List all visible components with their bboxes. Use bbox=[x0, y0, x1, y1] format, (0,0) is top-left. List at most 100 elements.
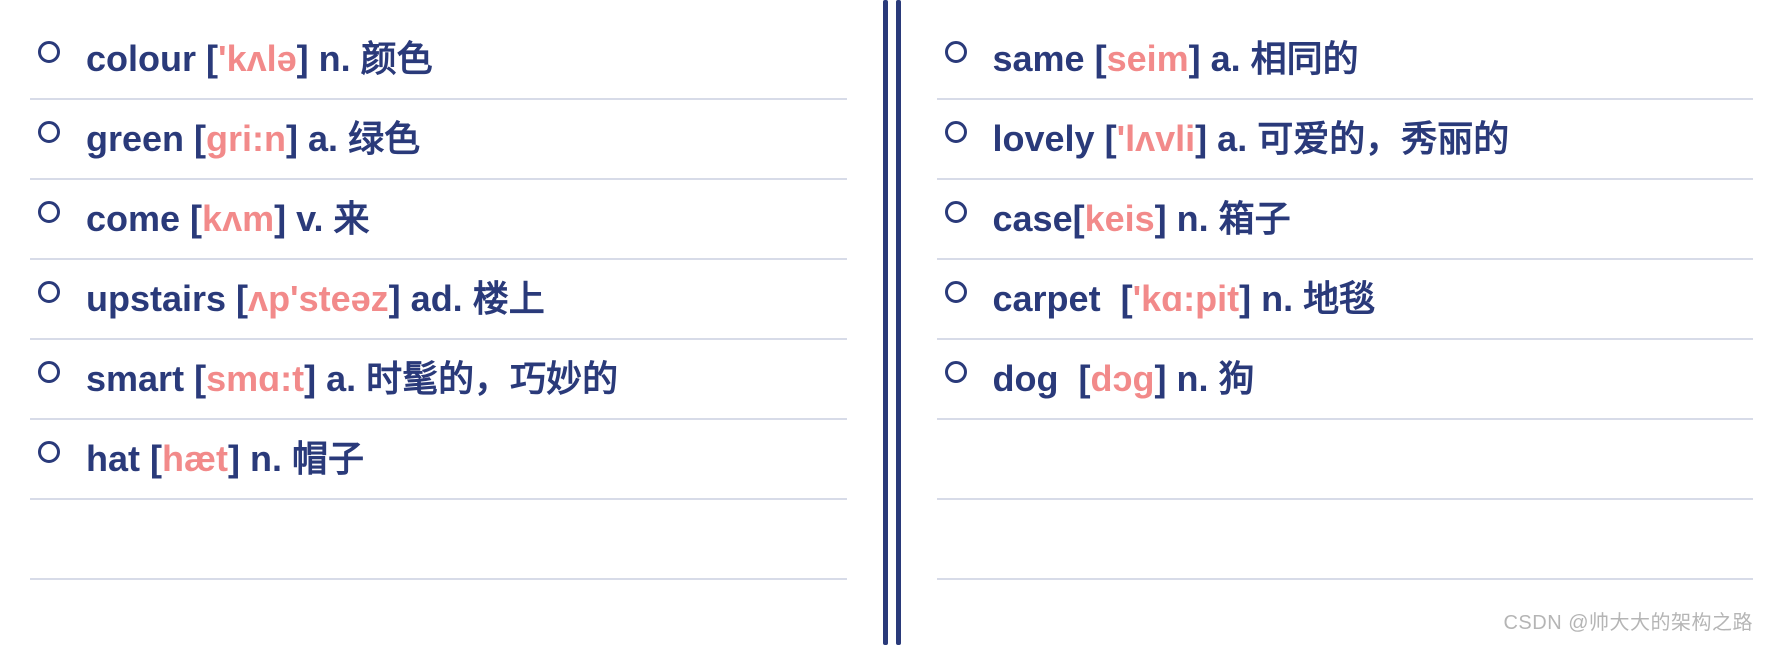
open-bracket: [ bbox=[226, 278, 248, 319]
definition: 绿色 bbox=[338, 118, 420, 159]
vocab-row: upstairs [ʌp'steəz] ad. 楼上 bbox=[30, 260, 847, 340]
open-bracket: [ bbox=[180, 198, 202, 239]
spine-line bbox=[883, 0, 888, 645]
part-of-speech: a. bbox=[308, 118, 338, 159]
vocab-text: upstairs [ʌp'steəz] ad. 楼上 bbox=[86, 281, 545, 317]
definition: 时髦的，巧妙的 bbox=[356, 358, 618, 399]
bullet-icon bbox=[38, 441, 60, 463]
spine-line bbox=[896, 0, 901, 645]
definition: 狗 bbox=[1209, 358, 1255, 399]
word: colour bbox=[86, 38, 196, 79]
part-of-speech: n. bbox=[1177, 358, 1209, 399]
bullet-icon bbox=[38, 201, 60, 223]
watermark-text: CSDN @帅大大的架构之路 bbox=[1503, 606, 1753, 635]
bullet-icon bbox=[945, 121, 967, 143]
part-of-speech: a. bbox=[1211, 38, 1241, 79]
bullet-icon bbox=[38, 281, 60, 303]
vocab-text: carpet ['kɑ:pit] n. 地毯 bbox=[993, 281, 1376, 317]
close-bracket: ] bbox=[1155, 358, 1177, 399]
word: dog bbox=[993, 358, 1059, 399]
close-bracket: ] bbox=[1189, 38, 1211, 79]
bullet-icon bbox=[38, 361, 60, 383]
part-of-speech: a. bbox=[326, 358, 356, 399]
vocab-text: dog [dɔg] n. 狗 bbox=[993, 361, 1255, 397]
close-bracket: ] bbox=[304, 358, 326, 399]
definition: 箱子 bbox=[1209, 198, 1291, 239]
vocab-text: smart [smɑ:t] a. 时髦的，巧妙的 bbox=[86, 361, 618, 397]
part-of-speech: n. bbox=[319, 38, 351, 79]
empty-row bbox=[30, 500, 847, 580]
bullet-icon bbox=[38, 121, 60, 143]
ipa: 'kɑ:pit bbox=[1133, 278, 1240, 319]
bullet-icon bbox=[945, 201, 967, 223]
close-bracket: ] bbox=[1195, 118, 1217, 159]
open-bracket: [ bbox=[1058, 358, 1090, 399]
definition: 地毯 bbox=[1293, 278, 1375, 319]
definition: 相同的 bbox=[1241, 38, 1359, 79]
word: green bbox=[86, 118, 184, 159]
close-bracket: ] bbox=[1239, 278, 1261, 319]
empty-row bbox=[937, 500, 1754, 580]
close-bracket: ] bbox=[389, 278, 411, 319]
vocab-text: green [gri:n] a. 绿色 bbox=[86, 121, 420, 157]
close-bracket: ] bbox=[228, 438, 250, 479]
definition: 楼上 bbox=[463, 278, 545, 319]
word: upstairs bbox=[86, 278, 226, 319]
notebook-spine bbox=[877, 0, 907, 645]
vocab-text: same [seim] a. 相同的 bbox=[993, 41, 1359, 77]
part-of-speech: n. bbox=[1177, 198, 1209, 239]
part-of-speech: a. bbox=[1217, 118, 1247, 159]
vocab-row: lovely ['lʌvli] a. 可爱的，秀丽的 bbox=[937, 100, 1754, 180]
ipa: ʌp'steəz bbox=[248, 278, 389, 319]
word: lovely bbox=[993, 118, 1095, 159]
open-bracket: [ bbox=[184, 358, 206, 399]
vocab-row: dog [dɔg] n. 狗 bbox=[937, 340, 1754, 420]
definition: 颜色 bbox=[351, 38, 433, 79]
vocab-row: hat [hæt] n. 帽子 bbox=[30, 420, 847, 500]
ipa: kʌm bbox=[202, 198, 274, 239]
ipa: smɑ:t bbox=[206, 358, 304, 399]
vocab-text: case[keis] n. 箱子 bbox=[993, 201, 1291, 237]
ipa: 'lʌvli bbox=[1117, 118, 1196, 159]
word: carpet bbox=[993, 278, 1101, 319]
part-of-speech: v. bbox=[296, 198, 323, 239]
vocab-row: smart [smɑ:t] a. 时髦的，巧妙的 bbox=[30, 340, 847, 420]
vocab-row: carpet ['kɑ:pit] n. 地毯 bbox=[937, 260, 1754, 340]
vocab-row: colour ['kʌlə] n. 颜色 bbox=[30, 20, 847, 100]
part-of-speech: n. bbox=[1261, 278, 1293, 319]
vocab-text: come [kʌm] v. 来 bbox=[86, 201, 369, 237]
ipa: keis bbox=[1085, 198, 1155, 239]
part-of-speech: n. bbox=[250, 438, 282, 479]
part-of-speech: ad. bbox=[411, 278, 463, 319]
vocab-row: same [seim] a. 相同的 bbox=[937, 20, 1754, 100]
bullet-icon bbox=[945, 361, 967, 383]
close-bracket: ] bbox=[274, 198, 296, 239]
vocab-row: come [kʌm] v. 来 bbox=[30, 180, 847, 260]
ipa: seim bbox=[1107, 38, 1189, 79]
ipa: dɔg bbox=[1090, 358, 1154, 399]
close-bracket: ] bbox=[1155, 198, 1177, 239]
vocab-row: case[keis] n. 箱子 bbox=[937, 180, 1754, 260]
bullet-icon bbox=[38, 41, 60, 63]
definition: 帽子 bbox=[282, 438, 364, 479]
word: case bbox=[993, 198, 1073, 239]
close-bracket: ] bbox=[286, 118, 308, 159]
bullet-icon bbox=[945, 41, 967, 63]
open-bracket: [ bbox=[140, 438, 162, 479]
open-bracket: [ bbox=[1085, 38, 1107, 79]
vocab-text: lovely ['lʌvli] a. 可爱的，秀丽的 bbox=[993, 121, 1510, 157]
ipa: gri:n bbox=[206, 118, 286, 159]
left-page: colour ['kʌlə] n. 颜色green [gri:n] a. 绿色c… bbox=[0, 0, 877, 645]
open-bracket: [ bbox=[1073, 198, 1085, 239]
ipa: 'kʌlə bbox=[218, 38, 297, 79]
definition: 可爱的，秀丽的 bbox=[1247, 118, 1509, 159]
open-bracket: [ bbox=[1101, 278, 1133, 319]
word: smart bbox=[86, 358, 184, 399]
bullet-icon bbox=[945, 281, 967, 303]
word: come bbox=[86, 198, 180, 239]
vocab-text: colour ['kʌlə] n. 颜色 bbox=[86, 41, 433, 77]
definition: 来 bbox=[323, 198, 369, 239]
word: hat bbox=[86, 438, 140, 479]
empty-row bbox=[937, 420, 1754, 500]
open-bracket: [ bbox=[184, 118, 206, 159]
